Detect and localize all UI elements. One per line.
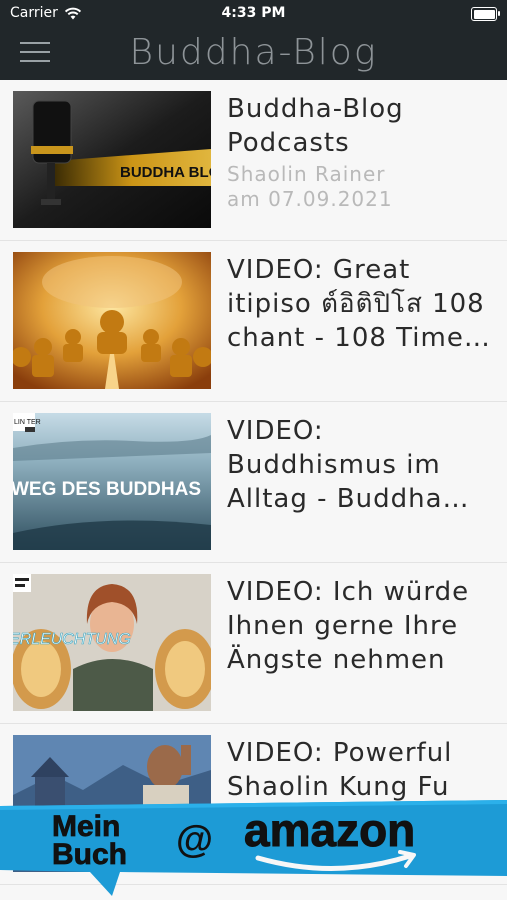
item-title: VIDEO: Powerful Shaolin Kung Fu	[227, 738, 453, 802]
battery-icon	[471, 7, 500, 21]
amazon-logo: amazon	[244, 804, 415, 856]
thumbnail-caption: BUDDHA BLOG	[120, 164, 211, 181]
item-author: Shaolin Rainer	[227, 162, 386, 186]
navigation-bar: Buddha-Blog	[0, 28, 507, 80]
item-title: Buddha-Blog Podcasts	[227, 94, 404, 158]
channel-badge: LIN TER	[14, 419, 41, 426]
item-title: VIDEO: Great itipiso ต์อิติปิโส 108 chan…	[227, 255, 485, 353]
thumbnail-podcast: BUDDHA BLOG	[13, 91, 211, 228]
page-title: Buddha-Blog	[129, 32, 378, 73]
list-item[interactable]: LIN TER WEG DES BUDDHAS VIDEO: Buddhismu…	[0, 402, 507, 563]
status-bar: Carrier 4:33 PM	[0, 0, 507, 28]
item-title: VIDEO: Buddhismus im Alltag - Buddha Weg	[227, 416, 443, 514]
list-item[interactable]: VIDEO: Great itipiso ต์อิติปิโส 108 chan…	[0, 241, 507, 402]
clock: 4:33 PM	[221, 5, 286, 21]
list-item[interactable]: BUDDHA BLOG Buddha-Blog Podcasts Shaolin…	[0, 80, 507, 241]
thumbnail-buddha-way: LIN TER WEG DES BUDDHAS	[13, 413, 211, 550]
thumbnail-caption: WEG DES BUDDHAS	[13, 479, 201, 500]
banner-at-sign: @	[176, 819, 213, 861]
thumbnail-woman-bowls: ERLEUCHTUNG	[13, 574, 211, 711]
banner-text-line2: Buch	[52, 838, 127, 871]
amazon-book-banner[interactable]: Mein Buch @ amazon	[0, 800, 507, 896]
item-title: VIDEO: Ich würde Ihnen gerne Ihre Ängste…	[227, 577, 470, 675]
item-date: am 07.09.2021	[227, 187, 393, 211]
post-list: BUDDHA BLOG Buddha-Blog Podcasts Shaolin…	[0, 80, 507, 885]
thumbnail-golden-buddhas	[13, 252, 211, 389]
list-item[interactable]: ERLEUCHTUNG VIDEO: Ich würde Ihnen gerne…	[0, 563, 507, 724]
thumbnail-caption: ERLEUCHTUNG	[13, 631, 131, 648]
